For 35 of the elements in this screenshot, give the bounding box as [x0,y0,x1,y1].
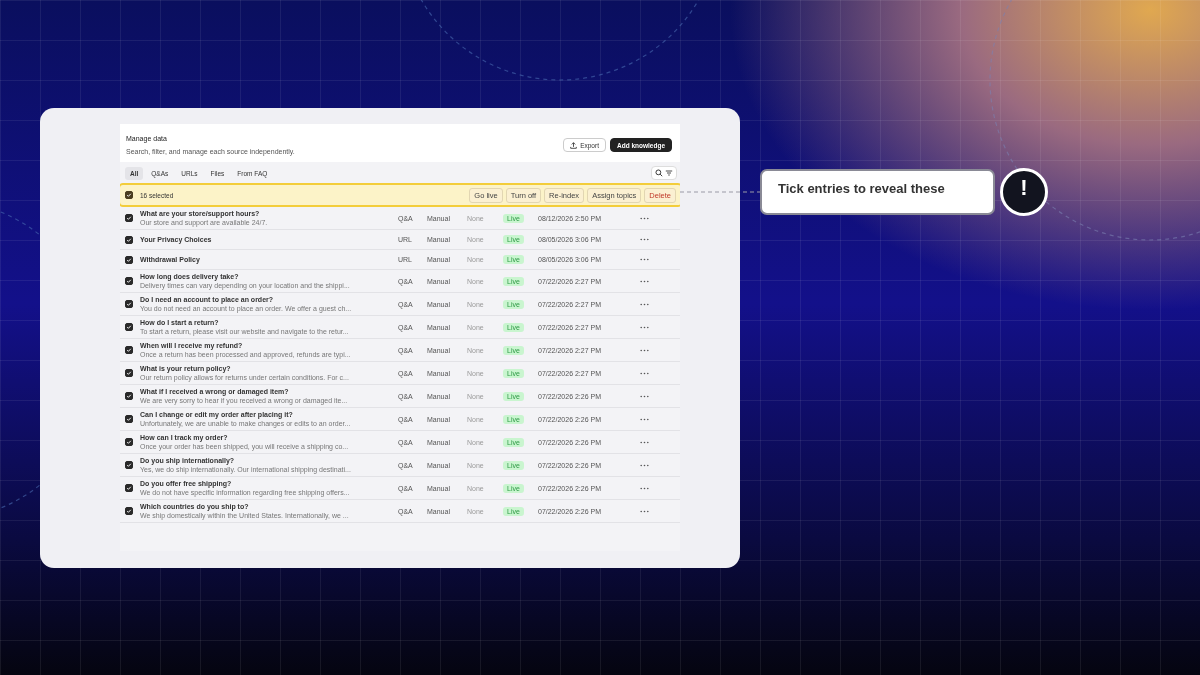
callout-text: Tick entries to reveal these [778,180,945,196]
more-icon[interactable] [640,394,649,398]
row-checkbox[interactable] [125,277,133,285]
upload-icon [570,141,578,149]
more-icon[interactable] [640,348,649,352]
more-icon[interactable] [640,258,649,261]
alert-badge: ! [1000,168,1048,216]
more-icon[interactable] [640,486,649,490]
more-icon[interactable] [640,509,649,513]
select-all-checkbox[interactable] [125,191,133,199]
more-icon[interactable] [640,417,649,421]
more-icon[interactable] [640,325,649,329]
row-checkbox[interactable] [125,507,133,515]
row-checkbox[interactable] [125,235,133,244]
row-checkbox[interactable] [125,415,133,423]
search-icon [655,169,663,177]
more-icon[interactable] [640,216,649,220]
row-checkbox[interactable] [125,214,133,222]
more-icon[interactable] [640,440,649,444]
more-icon[interactable] [640,463,649,467]
row-checkbox[interactable] [125,255,133,264]
more-icon[interactable] [640,279,649,283]
more-icon[interactable] [640,238,649,241]
row-checkbox[interactable] [125,323,133,331]
row-checkbox[interactable] [125,369,133,377]
more-icon[interactable] [640,371,649,375]
more-icon[interactable] [640,302,649,306]
row-checkbox[interactable] [125,300,133,308]
search-filter-control[interactable] [651,166,677,180]
row-checkbox[interactable] [125,346,133,354]
filter-icon [665,169,673,177]
row-checkbox[interactable] [125,438,133,446]
row-checkbox[interactable] [125,461,133,469]
row-checkbox[interactable] [125,392,133,400]
row-checkbox[interactable] [125,484,133,492]
